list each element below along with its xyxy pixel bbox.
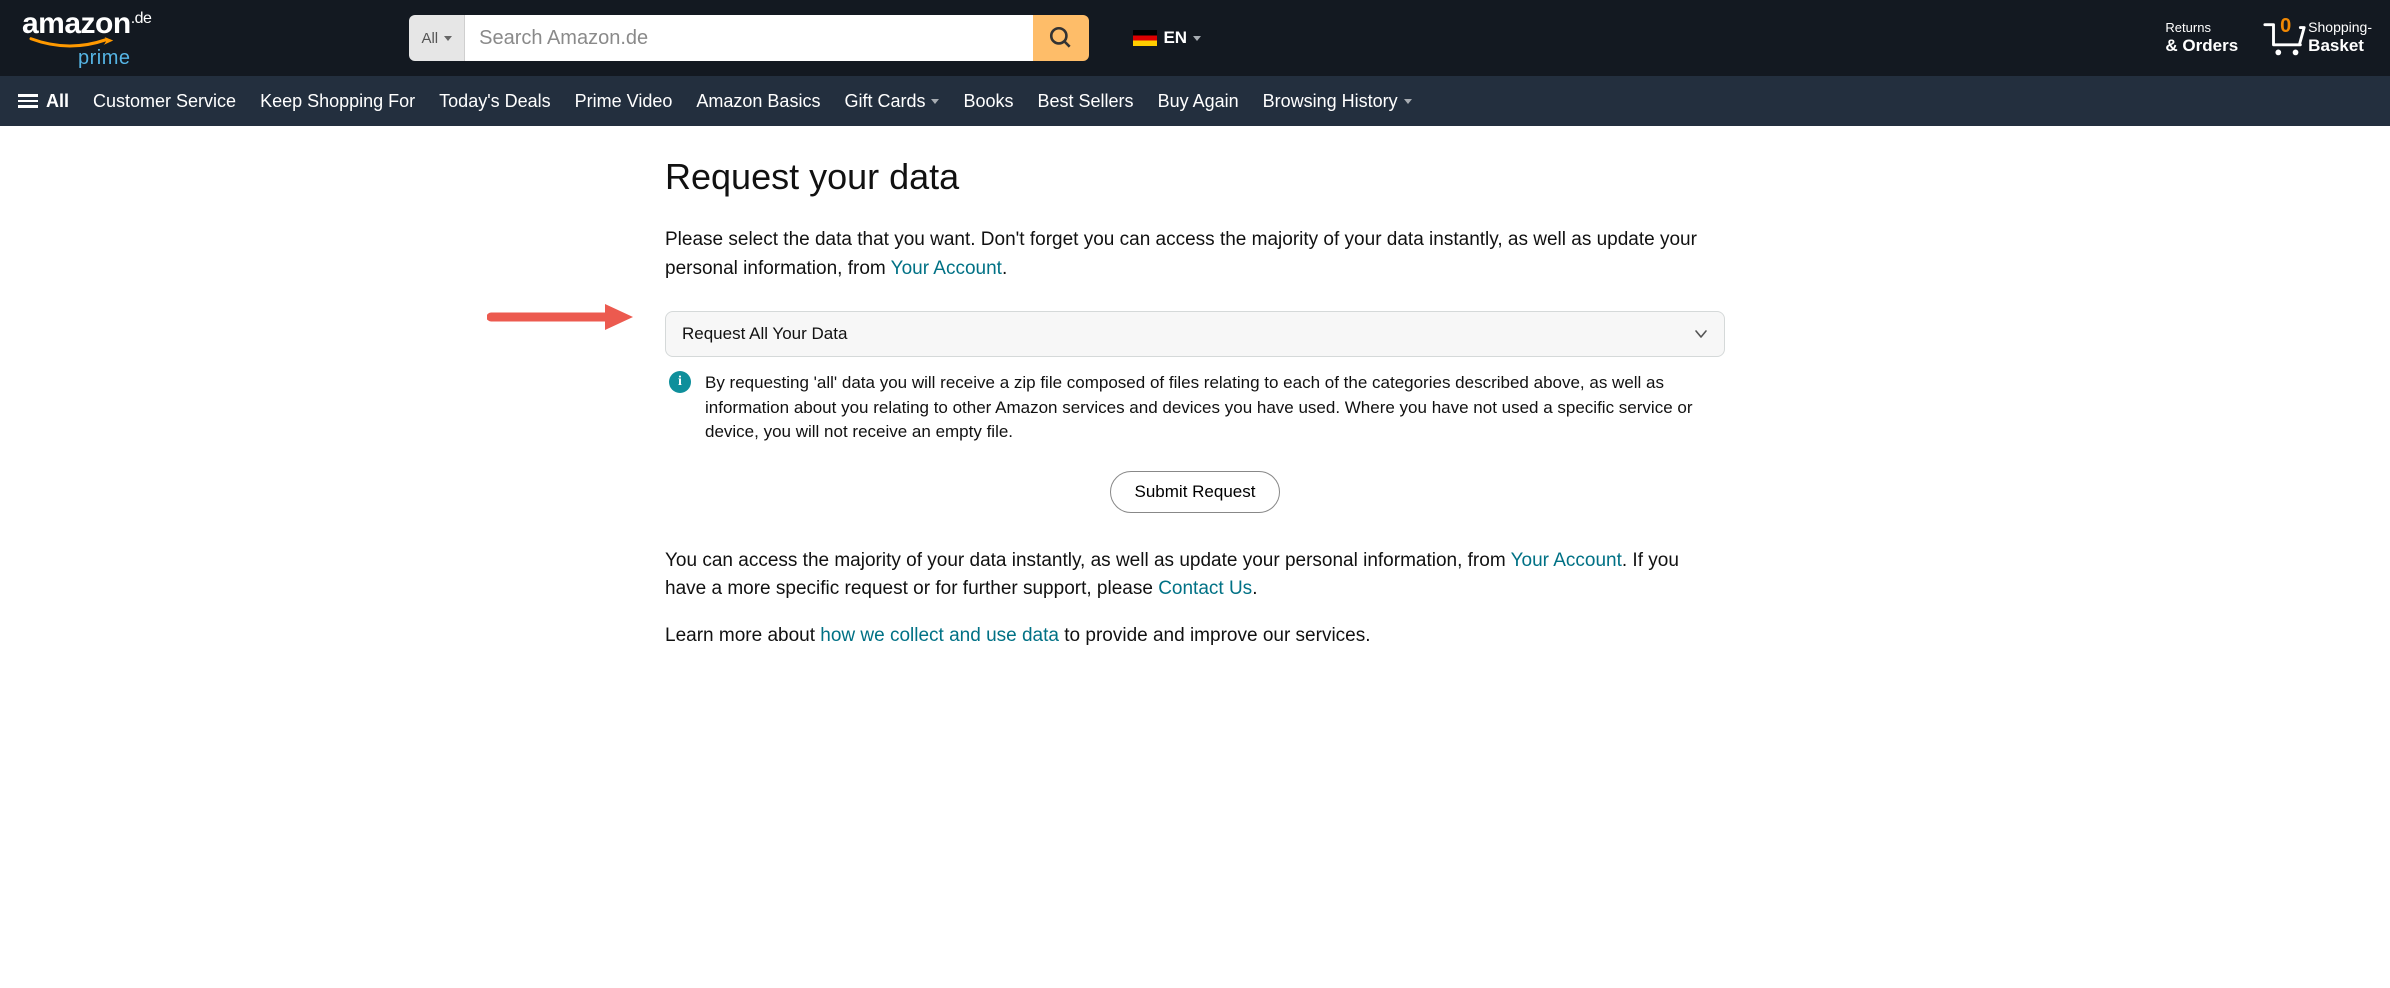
search-scope-dropdown[interactable]: All (409, 15, 465, 61)
nav-keep-shopping[interactable]: Keep Shopping For (260, 91, 415, 112)
intro-text: Please select the data that you want. Do… (665, 226, 1725, 283)
returns-line2: & Orders (2165, 36, 2238, 56)
info-note: i By requesting 'all' data you will rece… (665, 371, 1725, 445)
search-bar: All (409, 15, 1089, 61)
returns-line1: Returns (2165, 20, 2238, 36)
how-we-collect-link[interactable]: how we collect and use data (820, 625, 1059, 646)
chevron-down-icon (1694, 327, 1708, 341)
header-right: Returns & Orders 0 Shopping- Basket (2165, 19, 2372, 56)
info-text: By requesting 'all' data you will receiv… (705, 371, 1721, 445)
nav-todays-deals[interactable]: Today's Deals (439, 91, 551, 112)
nav-browsing-history[interactable]: Browsing History (1263, 91, 1412, 112)
select-value: Request All Your Data (682, 324, 847, 344)
nav-best-sellers[interactable]: Best Sellers (1038, 91, 1134, 112)
logo-suffix: .de (131, 11, 152, 27)
info-icon: i (669, 371, 691, 393)
your-account-link[interactable]: Your Account (891, 258, 1002, 279)
p2-c: . (1252, 578, 1257, 599)
search-input[interactable] (465, 15, 1033, 61)
contact-us-link[interactable]: Contact Us (1158, 578, 1252, 599)
main-content: Request your data Please select the data… (665, 126, 1725, 728)
cart-line2: Basket (2308, 36, 2372, 56)
logo-prime: prime (78, 48, 131, 68)
red-arrow-icon (487, 302, 637, 332)
intro-post: . (1002, 258, 1007, 279)
search-scope-label: All (421, 30, 438, 47)
search-button[interactable] (1033, 15, 1089, 61)
p3-a: Learn more about (665, 625, 820, 646)
caret-down-icon (1193, 36, 1201, 41)
search-icon (1048, 25, 1074, 51)
nav-gift-cards-label: Gift Cards (844, 91, 925, 112)
nav-prime-video[interactable]: Prime Video (575, 91, 673, 112)
nav-buy-again[interactable]: Buy Again (1158, 91, 1239, 112)
nav-amazon-basics[interactable]: Amazon Basics (696, 91, 820, 112)
nav-customer-service[interactable]: Customer Service (93, 91, 236, 112)
nav-gift-cards[interactable]: Gift Cards (844, 91, 939, 112)
cart-icon: 0 (2262, 21, 2308, 57)
language-selector[interactable]: EN (1133, 28, 1201, 48)
cart-link[interactable]: 0 Shopping- Basket (2262, 19, 2372, 56)
cart-count: 0 (2280, 15, 2291, 38)
caret-down-icon (1404, 99, 1412, 104)
access-more-text: You can access the majority of your data… (665, 547, 1725, 604)
site-header: amazon.de prime All EN Returns & Orders (0, 0, 2390, 76)
submit-request-button[interactable]: Submit Request (1110, 471, 1281, 513)
returns-orders-link[interactable]: Returns & Orders (2165, 20, 2238, 56)
intro-pre: Please select the data that you want. Do… (665, 229, 1697, 279)
annotation-arrow (487, 302, 637, 337)
learn-more-text: Learn more about how we collect and use … (665, 622, 1725, 651)
logo-text: amazon (22, 9, 131, 39)
flag-de-icon (1133, 30, 1157, 46)
nav-all-label: All (46, 91, 69, 112)
nav-books[interactable]: Books (963, 91, 1013, 112)
page-title: Request your data (665, 156, 1725, 198)
caret-down-icon (931, 99, 939, 104)
p2-a: You can access the majority of your data… (665, 550, 1511, 571)
hamburger-icon (18, 94, 38, 108)
secondary-nav: All Customer Service Keep Shopping For T… (0, 76, 2390, 126)
p3-b: to provide and improve our services. (1059, 625, 1371, 646)
language-label: EN (1163, 28, 1187, 48)
data-category-select[interactable]: Request All Your Data (665, 311, 1725, 357)
logo[interactable]: amazon.de prime (18, 5, 155, 72)
cart-line1: Shopping- (2308, 19, 2372, 36)
nav-all-menu[interactable]: All (18, 91, 69, 112)
nav-browsing-history-label: Browsing History (1263, 91, 1398, 112)
your-account-link-2[interactable]: Your Account (1511, 550, 1622, 571)
caret-down-icon (444, 36, 452, 41)
